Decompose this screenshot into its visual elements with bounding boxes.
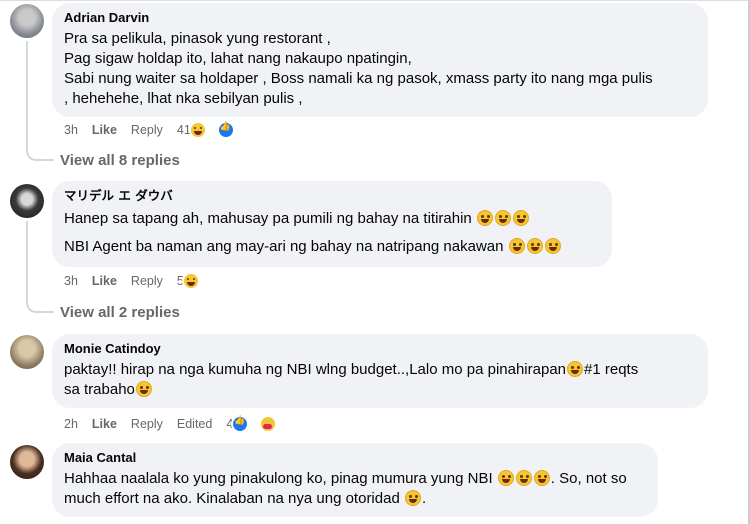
comment-author[interactable]: Maia Cantal: [64, 449, 646, 466]
comment-bubble: Adrian Darvin Pra sa pelikula, pinasok y…: [52, 3, 708, 117]
thread-connector: [26, 301, 54, 313]
comment-text: Hahhaa naalala ko yung pinakulong ko, pi…: [64, 470, 493, 487]
like-reaction-icon: [216, 121, 235, 139]
comments-panel: Adrian Darvin Pra sa pelikula, pinasok y…: [0, 0, 750, 524]
comment-text: sa trabaho: [64, 381, 135, 398]
reply-button[interactable]: Reply: [131, 274, 163, 288]
reply-button[interactable]: Reply: [131, 123, 163, 137]
reaction-summary[interactable]: 4: [226, 415, 291, 433]
comment-actions: 3h Like Reply 5: [64, 272, 228, 290]
reaction-summary[interactable]: 41: [177, 121, 249, 139]
like-button[interactable]: Like: [92, 274, 117, 288]
avatar[interactable]: [10, 4, 44, 38]
comment-time[interactable]: 3h: [64, 123, 78, 137]
crying-emoji-icon: [135, 381, 152, 397]
avatar[interactable]: [10, 335, 44, 369]
rolling-laughing-emoji-icon: [494, 210, 511, 226]
comment-text: much effort na ako. Kinalaban na nya ung…: [64, 490, 400, 507]
comment-actions: 3h Like Reply 41: [64, 121, 263, 139]
comment-text-line: much effort na ako. Kinalaban na nya ung…: [64, 489, 646, 509]
comment-text: . So, not so: [550, 470, 627, 487]
comment-author[interactable]: Monie Catindoy: [64, 340, 696, 357]
comment-text: paktay!! hirap na nga kumuha ng NBI wlng…: [64, 361, 567, 378]
rolling-laughing-emoji-icon: [508, 238, 525, 254]
haha-reaction-icon: [181, 272, 200, 290]
comment-text: Hanep sa tapang ah, mahusay pa pumili ng…: [64, 210, 472, 227]
comment-bubble: Monie Catindoy paktay!! hirap na nga kum…: [52, 334, 708, 408]
comment-text-line: Pra sa pelikula, pinasok yung restorant …: [64, 30, 331, 47]
avatar[interactable]: [10, 184, 44, 218]
comment-author[interactable]: Adrian Darvin: [64, 9, 696, 26]
comment-text-line: Sabi nung waiter sa holdaper , Boss nama…: [64, 70, 653, 87]
like-reaction-icon: [231, 415, 250, 433]
rolling-laughing-emoji-icon: [526, 238, 543, 254]
edited-label[interactable]: Edited: [177, 417, 212, 431]
comment-text-line: , hehehehe, lhat nka sebilyan pulis ,: [64, 90, 303, 107]
comment-text-line: Hanep sa tapang ah, mahusay pa pumili ng…: [64, 209, 600, 229]
like-button[interactable]: Like: [92, 123, 117, 137]
rolling-laughing-emoji-icon: [476, 210, 493, 226]
laughing-emoji-icon: [515, 470, 532, 486]
comment-text: NBI Agent ba naman ang may-ari ng bahay …: [64, 238, 504, 255]
comment-bubble: Maia Cantal Hahhaa naalala ko yung pinak…: [52, 443, 658, 517]
thread-connector: [26, 149, 54, 161]
comment-author[interactable]: マリデル エ ダウバ: [64, 187, 600, 204]
crying-emoji-icon: [567, 361, 584, 377]
laughing-emoji-icon: [533, 470, 550, 486]
avatar[interactable]: [10, 445, 44, 479]
like-button[interactable]: Like: [92, 417, 117, 431]
view-replies-link[interactable]: View all 8 replies: [60, 152, 180, 169]
comment-bubble: マリデル エ ダウバ Hanep sa tapang ah, mahusay p…: [52, 181, 612, 267]
reply-button[interactable]: Reply: [131, 417, 163, 431]
thread-line: [26, 221, 28, 301]
comment-text-line: sa trabaho: [64, 380, 696, 400]
thread-line: [26, 41, 28, 149]
comment-text-line: Pag sigaw holdap ito, lahat nang nakaupo…: [64, 50, 412, 67]
comment-text-period: .: [421, 490, 427, 507]
comment-text-line: Hahhaa naalala ko yung pinakulong ko, pi…: [64, 469, 646, 489]
laughing-emoji-icon: [404, 490, 421, 506]
comment-text: #1 reqts: [584, 361, 639, 378]
comment-actions: 2h Like Reply Edited 4: [64, 415, 305, 433]
comment-text-line: paktay!! hirap na nga kumuha ng NBI wlng…: [64, 360, 696, 380]
rolling-laughing-emoji-icon: [512, 210, 529, 226]
view-replies-link[interactable]: View all 2 replies: [60, 304, 180, 321]
comment-time[interactable]: 2h: [64, 417, 78, 431]
care-reaction-icon: [259, 415, 278, 433]
haha-reaction-icon: [188, 121, 207, 139]
reaction-summary[interactable]: 5: [177, 272, 214, 290]
rolling-laughing-emoji-icon: [544, 238, 561, 254]
comment-text-line: NBI Agent ba naman ang may-ari ng bahay …: [64, 237, 600, 257]
comment-time[interactable]: 3h: [64, 274, 78, 288]
laughing-emoji-icon: [497, 470, 514, 486]
